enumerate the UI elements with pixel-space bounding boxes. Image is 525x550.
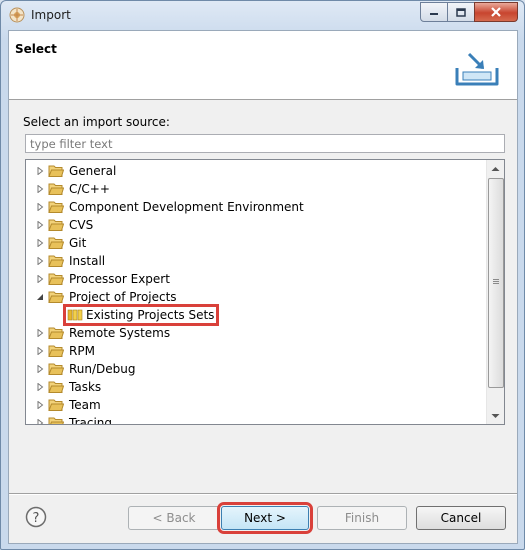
maximize-button[interactable]	[447, 2, 475, 22]
tree-item-label: Remote Systems	[69, 326, 171, 340]
expanded-arrow-icon[interactable]	[35, 292, 45, 302]
next-button[interactable]: Next >	[217, 502, 313, 534]
close-button[interactable]	[474, 2, 518, 22]
tree-item[interactable]: Git	[26, 234, 86, 252]
scrollbar-thumb[interactable]	[488, 178, 504, 388]
tree-item-label: CVS	[69, 218, 94, 232]
tree-item-label: Tasks	[69, 380, 102, 394]
tree-item-label: Tracing	[69, 416, 113, 424]
tree-item-label: General	[69, 164, 117, 178]
folder-icon	[48, 381, 64, 393]
folder-icon	[48, 399, 64, 411]
tree-item[interactable]: Run/Debug	[26, 360, 136, 378]
folder-icon	[48, 273, 64, 285]
page-title: Select	[15, 42, 57, 56]
tree-item[interactable]: Tasks	[26, 378, 101, 396]
tree-item[interactable]: C/C++	[26, 180, 110, 198]
collapsed-arrow-icon[interactable]	[35, 346, 45, 356]
import-source-tree[interactable]: General C/C++ Component Development Enviro…	[25, 159, 505, 425]
tree-item-label: Team	[69, 398, 101, 412]
scroll-down-arrow[interactable]	[487, 407, 504, 424]
tree-item-label: Git	[69, 236, 87, 250]
collapsed-arrow-icon[interactable]	[35, 400, 45, 410]
folder-icon	[48, 255, 64, 267]
import-wizard-icon	[455, 52, 499, 86]
tree-item-label: RPM	[69, 344, 95, 358]
tree-child-item[interactable]: Existing Projects Sets	[62, 304, 220, 326]
tree-item[interactable]: Project of Projects	[26, 288, 177, 306]
finish-button[interactable]: Finish	[317, 506, 407, 530]
help-icon[interactable]: ?	[25, 506, 47, 528]
collapsed-arrow-icon[interactable]	[35, 418, 45, 424]
folder-icon	[48, 165, 64, 177]
collapsed-arrow-icon[interactable]	[35, 256, 45, 266]
collapsed-arrow-icon[interactable]	[35, 364, 45, 374]
folder-icon	[48, 183, 64, 195]
tree-item-label: Install	[69, 254, 106, 268]
eclipse-app-icon	[9, 7, 25, 23]
collapsed-arrow-icon[interactable]	[35, 274, 45, 284]
collapsed-arrow-icon[interactable]	[35, 202, 45, 212]
tree-item[interactable]: Tracing	[26, 414, 112, 424]
tree-item-label: Processor Expert	[69, 272, 170, 286]
back-button[interactable]: < Back	[128, 506, 220, 530]
existing-projects-sets-item[interactable]: Existing Projects Sets	[62, 304, 220, 326]
tree-item[interactable]: Processor Expert	[26, 270, 170, 288]
close-icon	[491, 7, 501, 17]
collapsed-arrow-icon[interactable]	[35, 328, 45, 338]
folder-icon	[48, 291, 64, 303]
tree-item[interactable]: Remote Systems	[26, 324, 170, 342]
import-source-label: Select an import source:	[23, 115, 170, 129]
tree-item[interactable]: Install	[26, 252, 105, 270]
folder-icon	[48, 237, 64, 249]
collapsed-arrow-icon[interactable]	[35, 184, 45, 194]
window-title: Import	[31, 8, 71, 22]
tree-item[interactable]: Team	[26, 396, 101, 414]
folder-icon	[48, 201, 64, 213]
title-bar[interactable]: Import	[1, 1, 524, 31]
filter-input[interactable]	[25, 134, 505, 153]
collapsed-arrow-icon[interactable]	[35, 238, 45, 248]
tree-item-label: C/C++	[69, 182, 110, 196]
folder-icon	[48, 219, 64, 231]
folder-icon	[48, 327, 64, 339]
tree-item-label: Run/Debug	[69, 362, 136, 376]
import-dialog: Import Select Select an import source: t…	[0, 0, 525, 550]
minimize-icon	[430, 13, 438, 15]
tree-item[interactable]: General	[26, 162, 116, 180]
tree-content: General C/C++ Component Development Enviro…	[26, 160, 486, 424]
svg-text:?: ?	[33, 511, 40, 526]
scroll-up-icon	[491, 166, 500, 171]
collapsed-arrow-icon[interactable]	[35, 220, 45, 230]
tree-item[interactable]: RPM	[26, 342, 95, 360]
tree-item-label: Existing Projects Sets	[86, 308, 215, 322]
wizard-header: Select	[9, 31, 517, 100]
tree-item-label: Project of Projects	[69, 290, 177, 304]
folder-icon	[48, 417, 64, 424]
maximize-icon	[456, 7, 466, 17]
minimize-button[interactable]	[420, 2, 448, 22]
vertical-scrollbar[interactable]	[486, 160, 504, 424]
scroll-up-arrow[interactable]	[487, 160, 504, 177]
project-set-icon	[67, 309, 83, 321]
collapsed-arrow-icon[interactable]	[35, 166, 45, 176]
scroll-down-icon	[491, 413, 500, 418]
folder-icon	[48, 345, 64, 357]
tree-item[interactable]: CVS	[26, 216, 93, 234]
tree-item[interactable]: Component Development Environment	[26, 198, 304, 216]
tree-item-label: Component Development Environment	[69, 200, 304, 214]
folder-icon	[48, 363, 64, 375]
dialog-body: Select Select an import source: General C…	[8, 30, 518, 544]
collapsed-arrow-icon[interactable]	[35, 382, 45, 392]
cancel-button[interactable]: Cancel	[416, 506, 506, 530]
